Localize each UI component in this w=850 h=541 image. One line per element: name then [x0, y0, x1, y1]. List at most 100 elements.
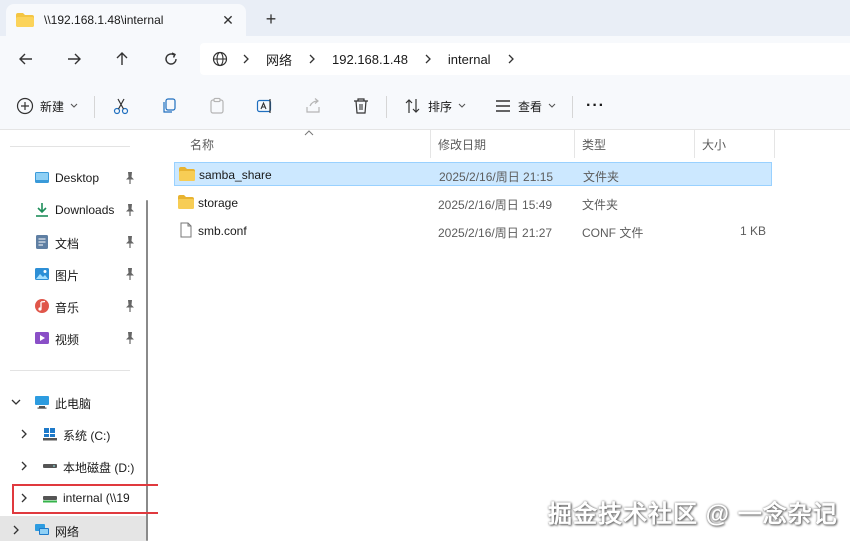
chevron-right-icon[interactable] [234, 54, 258, 64]
file-name: storage [198, 196, 239, 210]
sidebar-item-documents[interactable]: 文档 [0, 228, 146, 256]
chevron-right-icon[interactable] [499, 54, 523, 64]
copy-icon [163, 98, 176, 113]
chevron-right-icon[interactable] [18, 428, 30, 440]
sidebar-item-videos[interactable]: 视频 [0, 324, 146, 352]
column-type[interactable]: 类型 [582, 136, 606, 153]
column-divider[interactable] [694, 130, 695, 158]
sidebar-item-label: 本地磁盘 (D:) [63, 461, 135, 475]
breadcrumb-network[interactable]: 网络 [258, 50, 300, 69]
sidebar-divider [10, 370, 130, 371]
refresh-icon [165, 52, 177, 65]
list-view-icon [496, 100, 510, 112]
breadcrumb-internal[interactable]: internal [440, 52, 499, 67]
chevron-down-icon [548, 103, 556, 108]
sidebar-item-music[interactable]: 音乐 [0, 292, 146, 320]
breadcrumb-host[interactable]: 192.168.1.48 [324, 52, 416, 67]
cut-button[interactable] [112, 94, 130, 118]
tab-internal[interactable]: \\192.168.1.48\internal ✕ [6, 4, 246, 36]
sidebar-item-drive-d[interactable]: 本地磁盘 (D:) [0, 452, 146, 480]
address-bar[interactable]: 网络 192.168.1.48 internal [200, 43, 850, 75]
document-icon [36, 235, 48, 249]
plus-circle-icon [16, 97, 34, 115]
video-icon [35, 332, 49, 344]
column-size[interactable]: 大小 [702, 136, 726, 153]
sidebar-item-network[interactable]: 网络 [0, 516, 146, 541]
sidebar-item-downloads[interactable]: Downloads [0, 196, 146, 224]
forward-button[interactable] [60, 46, 88, 72]
pin-icon[interactable] [124, 171, 136, 185]
file-type: 文件夹 [582, 198, 619, 212]
share-button[interactable] [304, 94, 322, 118]
file-name: smb.conf [198, 224, 247, 238]
column-header: 名称 修改日期 类型 大小 [158, 130, 850, 158]
file-name: samba_share [199, 168, 272, 182]
column-divider[interactable] [774, 130, 775, 158]
more-options-button[interactable]: ··· [586, 94, 605, 118]
file-icon [180, 222, 192, 238]
sidebar-item-label: 图片 [55, 269, 80, 283]
copy-button[interactable] [160, 94, 178, 118]
sidebar-item-label: 此电脑 [55, 397, 92, 411]
rename-icon [256, 99, 272, 113]
command-bar: 新建 排序 查看 ··· [0, 82, 850, 130]
new-button[interactable]: 新建 [16, 94, 78, 118]
sort-ascending-icon [304, 130, 314, 136]
sort-label: 排序 [428, 99, 453, 114]
sort-button[interactable]: 排序 [404, 94, 466, 118]
sidebar-item-label: 音乐 [55, 301, 80, 315]
delete-button[interactable] [352, 94, 370, 118]
column-name[interactable]: 名称 [190, 136, 214, 153]
sort-icon [405, 99, 420, 113]
view-button[interactable]: 查看 [494, 94, 556, 118]
chevron-right-icon[interactable] [300, 54, 324, 64]
sidebar-item-label: Desktop [55, 171, 100, 185]
pin-icon[interactable] [124, 203, 136, 217]
rename-button[interactable] [256, 94, 274, 118]
file-date: 2025/2/16/周日 15:49 [438, 198, 553, 212]
toolbar-divider [572, 96, 573, 118]
refresh-button[interactable] [157, 46, 185, 72]
new-tab-button[interactable]: + [258, 6, 284, 32]
network-icon [35, 524, 49, 535]
file-row[interactable]: smb.conf 2025/2/16/周日 21:27 CONF 文件 1 KB [174, 219, 772, 243]
view-label: 查看 [518, 99, 543, 114]
desktop-icon [35, 172, 49, 183]
pin-icon[interactable] [124, 235, 136, 249]
chevron-down-icon [70, 103, 78, 108]
back-button[interactable] [12, 46, 40, 72]
file-type: CONF 文件 [582, 226, 644, 240]
chevron-down-icon[interactable] [10, 396, 22, 408]
tab-bar: \\192.168.1.48\internal ✕ + [0, 0, 850, 36]
column-date[interactable]: 修改日期 [438, 136, 486, 153]
sidebar-item-pictures[interactable]: 图片 [0, 260, 146, 288]
sidebar-divider [10, 146, 130, 147]
chevron-right-icon[interactable] [10, 524, 22, 536]
column-divider[interactable] [430, 130, 431, 158]
file-date: 2025/2/16/周日 21:15 [439, 170, 554, 184]
sidebar-item-drive-c[interactable]: 系统 (C:) [0, 420, 146, 448]
trash-icon [354, 98, 368, 114]
navigation-row: 网络 192.168.1.48 internal [0, 36, 850, 82]
file-type: 文件夹 [583, 170, 620, 184]
paste-button[interactable] [208, 94, 226, 118]
new-label: 新建 [40, 99, 65, 114]
disk-drive-icon [43, 464, 57, 468]
pin-icon[interactable] [124, 331, 136, 345]
file-row[interactable]: samba_share 2025/2/16/周日 21:15 文件夹 [174, 162, 772, 186]
file-size: 1 KB [739, 224, 766, 238]
pin-icon[interactable] [124, 299, 136, 313]
chevron-right-icon[interactable] [416, 54, 440, 64]
toolbar-divider [386, 96, 387, 118]
share-icon [306, 98, 320, 113]
sidebar-item-this-pc[interactable]: 此电脑 [0, 388, 146, 416]
close-icon[interactable]: ✕ [216, 12, 240, 29]
sidebar-item-desktop[interactable]: Desktop [0, 164, 146, 192]
folder-icon [178, 195, 194, 209]
pin-icon[interactable] [124, 267, 136, 281]
download-icon [36, 203, 48, 217]
chevron-right-icon[interactable] [18, 460, 30, 472]
column-divider[interactable] [574, 130, 575, 158]
up-button[interactable] [108, 46, 136, 72]
file-row[interactable]: storage 2025/2/16/周日 15:49 文件夹 [174, 191, 772, 215]
